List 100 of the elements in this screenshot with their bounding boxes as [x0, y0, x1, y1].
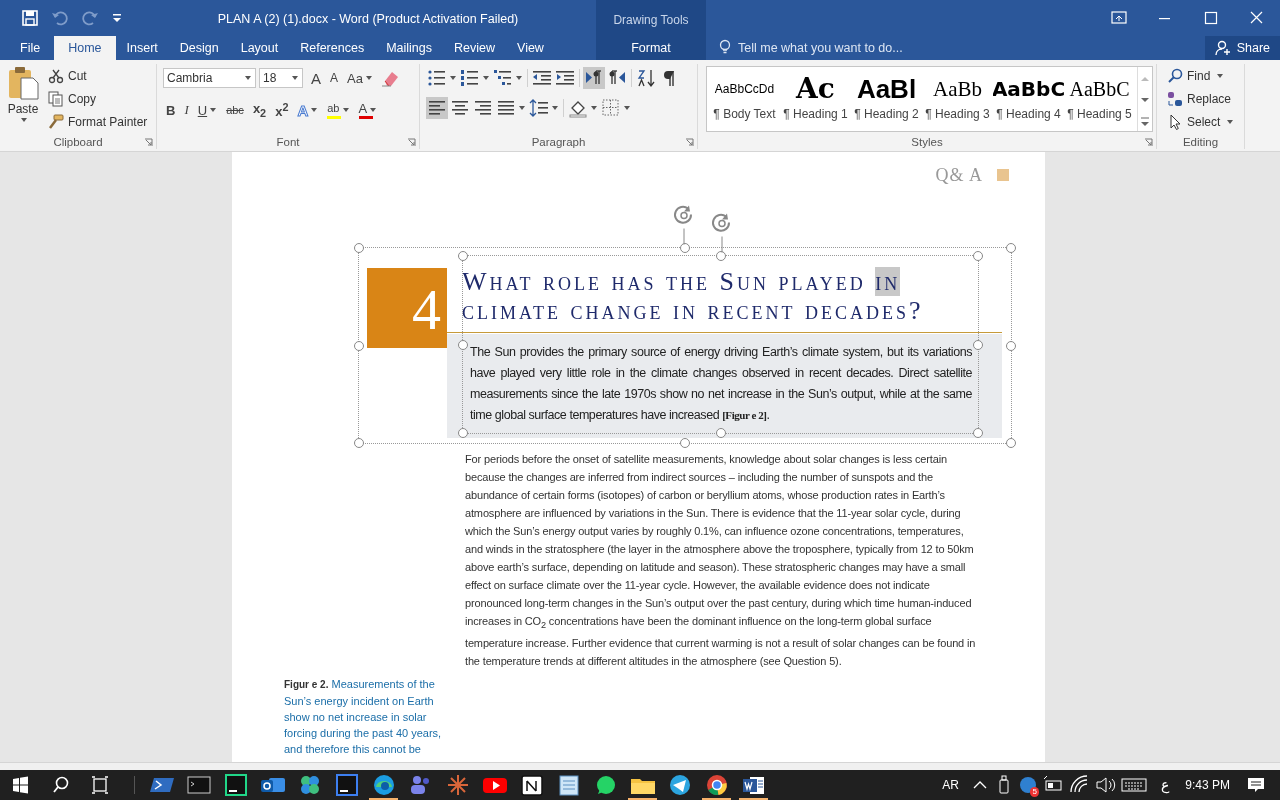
shrink-font-button[interactable]: A — [327, 67, 342, 89]
ribbon-tab[interactable]: Review — [443, 36, 506, 60]
editing-command[interactable]: Replace — [1167, 89, 1234, 108]
ribbon-tab[interactable]: Insert — [115, 36, 169, 60]
resize-handle[interactable] — [715, 251, 726, 261]
font-size-field[interactable]: 18 — [259, 68, 303, 88]
bold-button[interactable]: B — [163, 99, 179, 121]
clipboard-command[interactable]: Copy — [48, 89, 148, 108]
resize-handle[interactable] — [1006, 340, 1016, 351]
superscript-button[interactable]: x$^{2}$ — [272, 99, 292, 121]
question-heading: What role has the Sun played in climate change in recent decades? — [447, 261, 1002, 333]
contextual-tab-label: Drawing Tools — [596, 0, 706, 36]
dropdown-caret-icon[interactable] — [518, 104, 526, 112]
dropdown-caret-icon[interactable] — [364, 74, 373, 82]
highlight-button[interactable]: ab — [324, 99, 353, 121]
dropdown-caret-icon[interactable] — [1216, 71, 1225, 80]
resize-handle[interactable] — [354, 243, 364, 253]
borders-button[interactable] — [600, 97, 632, 119]
paste-button[interactable]: Paste — [6, 64, 40, 135]
tell-me-search-field[interactable]: Tell me what you want to do... — [738, 41, 998, 55]
resize-handle[interactable] — [458, 251, 468, 261]
group-label: Font — [276, 136, 300, 148]
dropdown-caret-icon[interactable] — [209, 106, 218, 114]
running-indicator — [702, 798, 731, 800]
person-add-icon — [1214, 40, 1231, 56]
dropdown-caret-icon[interactable] — [515, 74, 523, 82]
dropdown-caret-icon[interactable] — [623, 104, 631, 112]
clipboard-command[interactable]: Cut — [48, 66, 148, 85]
resize-handle[interactable] — [458, 428, 468, 438]
dropdown-caret-icon[interactable] — [551, 104, 559, 112]
bullets-icon — [427, 68, 447, 88]
dropdown-caret-icon[interactable] — [590, 104, 598, 112]
numbering-button[interactable] — [459, 67, 491, 89]
ribbon-tab[interactable]: Layout — [229, 36, 290, 60]
question-number: 4 — [367, 268, 447, 348]
group-label: Paragraph — [531, 136, 586, 148]
resize-handle[interactable] — [354, 340, 364, 351]
ribbon-tab[interactable]: Design — [168, 36, 230, 60]
clipboard-command[interactable]: Format Painter — [48, 112, 148, 131]
line-spacing-button[interactable] — [528, 97, 560, 119]
dropdown-caret-icon[interactable] — [310, 106, 319, 114]
resize-handle[interactable] — [1006, 243, 1016, 253]
style-option[interactable]: AaBbCcDd ¶ Body Text — [709, 69, 780, 129]
sort-icon — [636, 68, 656, 88]
clock[interactable]: 9:43 PM — [1185, 778, 1230, 792]
change-case-button[interactable]: Aa — [344, 67, 376, 89]
left-to-right-button[interactable] — [583, 67, 605, 89]
resize-handle[interactable] — [1006, 438, 1016, 448]
font-color-button[interactable]: A — [355, 99, 381, 121]
italic-button[interactable]: I — [181, 99, 192, 121]
summary-text: The Sun provides the primary source of energy driving Earth’s climate system, but its variations have played very little role in the climate changes observed in recent decades. Direct satellite measurements since the late 1970s show no net increase in the Sun’s output, while at the same time global surface temperatures have increased [Figur e 2]. — [470, 344, 972, 424]
align-left-button[interactable] — [426, 97, 448, 119]
resize-handle[interactable] — [973, 428, 983, 438]
header-text: Q& A — [935, 164, 983, 186]
decrease-indent-icon — [532, 68, 552, 88]
sort-button[interactable] — [635, 67, 657, 89]
share-button[interactable]: Share — [1204, 36, 1280, 60]
dropdown-caret-icon[interactable] — [244, 74, 252, 82]
dialog-launcher-icon[interactable] — [144, 138, 153, 147]
style-option[interactable]: AaBl ¶ Heading 2 — [851, 69, 922, 129]
dropdown-caret-icon[interactable] — [291, 74, 299, 82]
resize-handle[interactable] — [973, 251, 983, 261]
subscript-button[interactable]: x$_{2}$ — [249, 99, 270, 121]
language-indicator[interactable]: AR — [942, 778, 959, 792]
dropdown-caret-icon[interactable] — [482, 74, 490, 82]
dropdown-caret-icon[interactable] — [341, 106, 350, 114]
underline-button[interactable]: U — [194, 99, 221, 121]
resize-handle[interactable] — [680, 438, 690, 448]
style-option[interactable]: Ac ¶ Heading 1 — [780, 69, 851, 129]
strikethrough-button[interactable]: abc — [223, 99, 247, 121]
ribbon-tab[interactable]: Format — [596, 36, 706, 60]
numbering-icon — [460, 68, 480, 88]
dialog-launcher-icon[interactable] — [407, 138, 416, 147]
input-method-indicator[interactable]: ع — [1160, 777, 1170, 793]
resize-handle[interactable] — [715, 428, 726, 438]
ribbon-tab[interactable]: File — [8, 36, 55, 60]
resize-handle[interactable] — [354, 438, 364, 448]
figure-caption: Figur e 2. Measurements of the Sun’s energy incident on Earth show no net increase in solar forcing during the past 40 years, and therefore this cannot be — [284, 677, 443, 758]
resize-handle[interactable] — [680, 243, 690, 253]
editing-command[interactable]: Find — [1167, 66, 1234, 85]
dropdown-caret-icon[interactable] — [20, 116, 28, 124]
align-center-icon — [450, 98, 470, 118]
editing-command[interactable]: Select — [1167, 112, 1234, 131]
dropdown-caret-icon[interactable] — [1226, 117, 1235, 126]
font-name-field[interactable]: Cambria — [163, 68, 256, 88]
dropdown-caret-icon[interactable] — [369, 106, 378, 114]
style-option[interactable]: AaBb ¶ Heading 3 — [922, 69, 993, 129]
ribbon-tab[interactable]: References — [289, 36, 376, 60]
resize-handle[interactable] — [458, 339, 468, 350]
dropdown-caret-icon[interactable] — [449, 74, 457, 82]
multilevel-list-icon — [493, 68, 513, 88]
grow-font-button[interactable]: A — [308, 67, 324, 89]
dialog-launcher-icon[interactable] — [1144, 138, 1153, 147]
resize-handle[interactable] — [973, 339, 983, 350]
ribbon-tab[interactable]: Mailings — [375, 36, 443, 60]
style-option[interactable]: AaBbC ¶ Heading 5 — [1064, 69, 1135, 129]
window-title: PLAN A (2) (1).docx - Word (Product Activation Failed) — [216, 11, 520, 28]
dialog-launcher-icon[interactable] — [685, 138, 694, 147]
ribbon-tab[interactable]: View — [506, 36, 555, 60]
ribbon-tab[interactable]: Home — [54, 36, 116, 60]
